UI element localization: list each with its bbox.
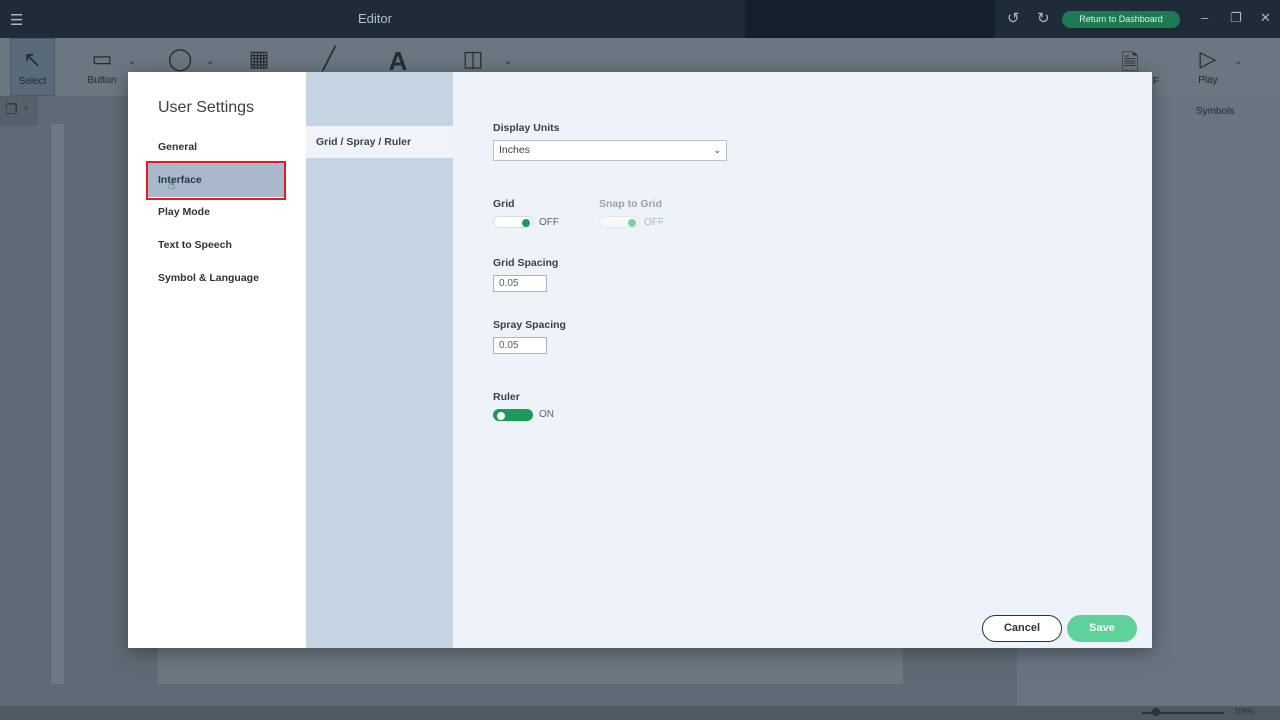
zoom-level: 109% [1234, 707, 1255, 716]
grid-state: OFF [539, 217, 559, 228]
grid-label: Grid [493, 198, 515, 210]
title-dark-strip [745, 0, 995, 38]
settings-content: Display Units Inches ⌄ Grid OFF Snap to … [453, 72, 1152, 648]
button-tool[interactable]: ▭ Button [80, 38, 124, 96]
subnav-item-grid-spray-ruler[interactable]: Grid / Spray / Ruler [306, 126, 453, 158]
play-icon: ▷ [1199, 46, 1217, 71]
settings-nav: User Settings General Interface Play Mod… [128, 72, 306, 648]
line-icon: ╱ [322, 46, 336, 71]
cursor-arrow-icon: ↖ [23, 47, 42, 72]
dialog-title: User Settings [158, 99, 255, 116]
display-units-value: Inches [499, 144, 530, 156]
vertical-ruler [50, 124, 64, 684]
restore-icon[interactable]: ❐ [1230, 10, 1242, 26]
grid-icon: ▦ [248, 46, 270, 71]
nav-item-general[interactable]: General [148, 130, 284, 164]
symbols-panel-title: Symbols [1196, 106, 1235, 117]
nav-item-symbol-language[interactable]: Symbol & Language [148, 261, 284, 295]
save-button[interactable]: Save [1067, 615, 1137, 642]
snap-toggle-knob [628, 219, 636, 227]
ruler-label: Ruler [493, 391, 520, 403]
minimize-icon[interactable]: – [1201, 10, 1208, 25]
select-tool[interactable]: ↖ Select [10, 38, 55, 96]
status-bar [0, 706, 1280, 720]
nav-item-text-to-speech[interactable]: Text to Speech [148, 228, 284, 262]
play-tool-chevron-down-icon[interactable]: ⌄ [1234, 56, 1242, 67]
ruler-toggle[interactable] [493, 409, 533, 421]
grid-spacing-input[interactable]: 0.05 [493, 275, 547, 292]
nav-item-play-mode[interactable]: Play Mode [148, 195, 284, 229]
hand-pointer-icon: ☝ [168, 178, 176, 192]
spray-spacing-input[interactable]: 0.05 [493, 337, 547, 354]
display-units-select[interactable]: Inches ⌄ [493, 140, 727, 161]
select-tool-label: Select [18, 76, 47, 87]
subnav-header [306, 72, 453, 126]
rectangle-icon: ▭ [91, 46, 113, 71]
media-icon: ◫ [462, 46, 484, 71]
grid-toggle[interactable] [493, 216, 533, 228]
grid-toggle-knob [522, 219, 530, 227]
snap-to-grid-label: Snap to Grid [599, 198, 662, 210]
button-tool-label: Button [87, 75, 117, 86]
pdf-tool-label: F [1153, 76, 1160, 87]
close-icon[interactable]: ✕ [1260, 10, 1271, 26]
media-tool-chevron-down-icon[interactable]: ⌄ [504, 56, 512, 67]
display-units-label: Display Units [493, 122, 560, 134]
chevron-right-icon: › [24, 102, 28, 114]
redo-icon[interactable]: ↻ [1037, 9, 1050, 27]
grid-spacing-label: Grid Spacing [493, 257, 559, 269]
settings-subnav: Grid / Spray / Ruler [306, 72, 453, 648]
return-to-dashboard-button[interactable]: Return to Dashboard [1062, 11, 1180, 28]
undo-icon[interactable]: ↺ [1007, 9, 1020, 27]
play-tool[interactable]: ▷ Play [1190, 38, 1226, 96]
pages-toggle[interactable]: ❐ › [0, 96, 38, 126]
ruler-state: ON [539, 409, 554, 420]
button-tool-chevron-down-icon[interactable]: ⌄ [128, 56, 136, 67]
cancel-button[interactable]: Cancel [982, 615, 1062, 642]
spray-spacing-label: Spray Spacing [493, 319, 566, 331]
pages-icon: ❐ [5, 101, 18, 117]
snap-to-grid-toggle[interactable] [599, 216, 639, 228]
snap-to-grid-state: OFF [644, 217, 664, 228]
ruler-toggle-knob [497, 412, 505, 420]
user-settings-dialog: User Settings General Interface Play Mod… [128, 72, 1152, 648]
play-tool-label: Play [1198, 75, 1218, 86]
chevron-down-icon: ⌄ [713, 145, 721, 155]
shape-tool-chevron-down-icon[interactable]: ⌄ [206, 56, 214, 67]
zoom-slider-handle[interactable] [1152, 708, 1160, 716]
title-bar: ☰ Editor ↺ ↻ Return to Dashboard – ❐ ✕ [0, 0, 1280, 38]
window-title: Editor [358, 11, 392, 26]
circle-dotted-icon: ◯ [167, 46, 193, 71]
